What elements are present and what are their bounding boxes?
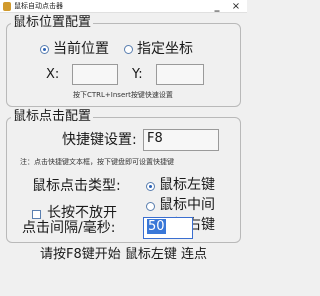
minimize-icon[interactable]: _ [210, 0, 224, 13]
left-button-label[interactable]: 鼠标左键 [159, 177, 215, 194]
middle-button-radio[interactable] [146, 202, 155, 211]
title-bar[interactable]: 鼠标自动点击器 _ × [0, 0, 247, 13]
long-press-checkbox[interactable] [32, 210, 41, 219]
hotkey-hint: 注：点击快捷键文本框，按下键盘即可设置快捷键 [20, 158, 174, 166]
y-coordinate-input[interactable] [156, 64, 204, 85]
status-text: 请按F8键开始 鼠标左键 连点 [39, 247, 207, 262]
click-config-legend: 鼠标点击配置 [13, 109, 92, 124]
position-config-legend: 鼠标位置配置 [13, 15, 92, 30]
x-label: X: [46, 67, 60, 82]
current-position-radio[interactable] [40, 45, 49, 54]
click-type-label: 鼠标点击类型: [32, 178, 121, 194]
y-label: Y: [132, 67, 143, 82]
hotkey-input[interactable]: F8 [143, 129, 219, 151]
current-position-label[interactable]: 当前位置 [53, 41, 109, 58]
interval-label: 点击间隔/毫秒: [22, 220, 116, 236]
middle-button-label[interactable]: 鼠标中间 [159, 197, 215, 214]
window-title: 鼠标自动点击器 [14, 2, 63, 10]
left-button-radio[interactable] [146, 182, 155, 191]
specified-coords-label[interactable]: 指定坐标 [137, 41, 193, 58]
x-coordinate-input[interactable] [72, 64, 118, 85]
app-icon [3, 2, 11, 11]
position-hotkey-hint: 按下CTRL+Insert按键快速设置 [73, 91, 173, 99]
close-icon[interactable]: × [229, 0, 243, 13]
hotkey-label: 快捷键设置: [62, 132, 137, 148]
interval-input[interactable]: 50 [143, 217, 193, 239]
specified-coords-radio[interactable] [124, 45, 133, 54]
interval-value: 50 [147, 219, 166, 234]
